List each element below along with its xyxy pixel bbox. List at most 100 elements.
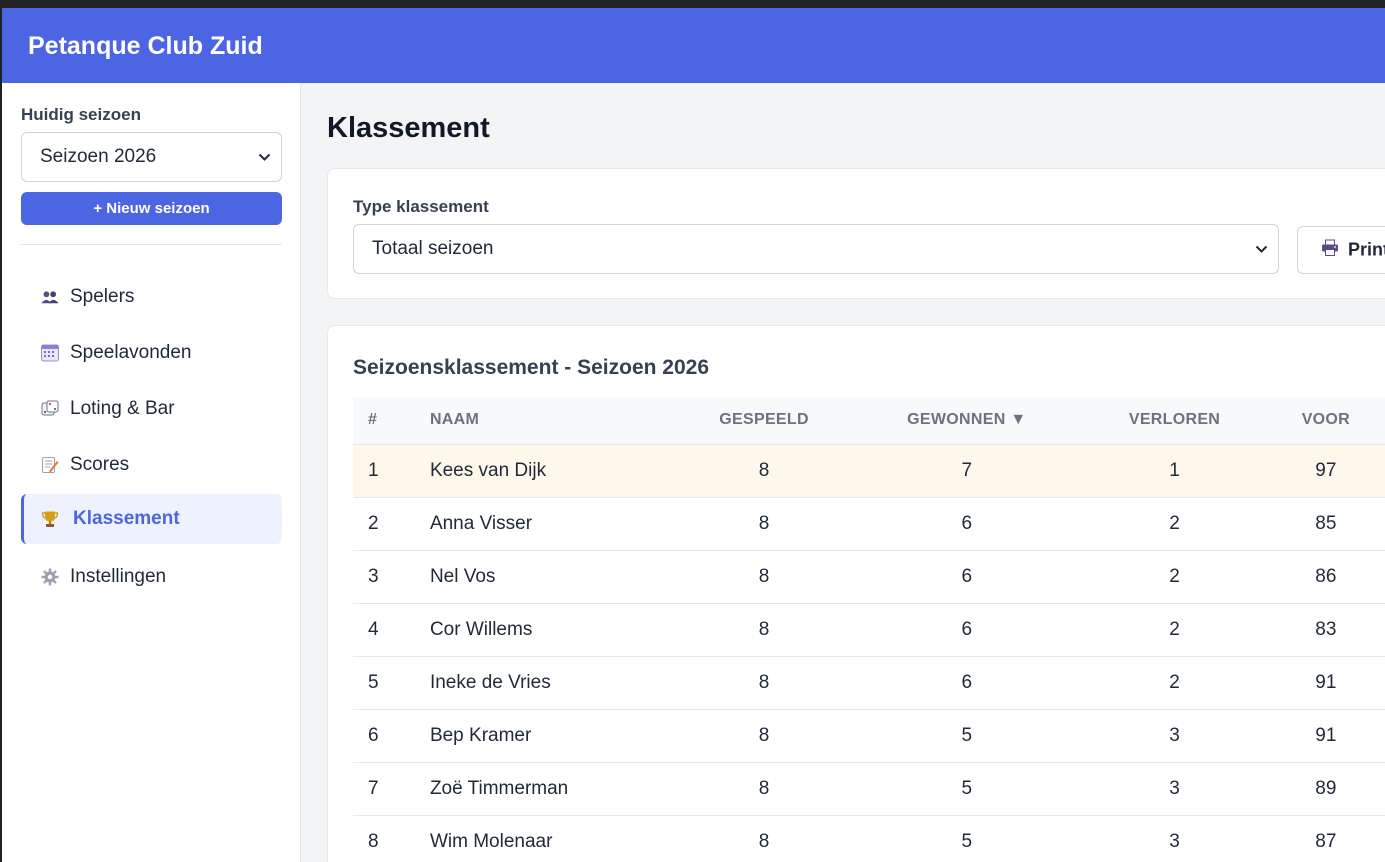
sidebar-item-label: Scores — [70, 454, 130, 475]
table-row: 5 Ineke de Vries 8 6 2 91 — [353, 656, 1385, 709]
column-header-verloren[interactable]: VERLOREN — [1090, 397, 1259, 445]
cell-voor: 89 — [1315, 777, 1337, 799]
memo-icon — [41, 456, 59, 474]
ranking-card: Seizoensklassement - Seizoen 2026 # NAAM… — [327, 325, 1385, 862]
cell-name: Zoë Timmerman — [429, 777, 569, 799]
table-header-row: # NAAM GESPEELD GEWONNEN ▼ VERLOREN VOOR — [353, 397, 1385, 445]
type-select[interactable]: Totaal seizoen — [353, 224, 1279, 274]
cell-voor: 97 — [1315, 459, 1337, 481]
cell-gewonnen: 5 — [961, 777, 973, 799]
season-select[interactable]: Seizoen 2026 — [21, 132, 282, 182]
new-season-button[interactable]: + Nieuw seizoen — [21, 192, 282, 225]
chevron-down-icon — [1255, 241, 1268, 257]
sidebar-divider — [21, 244, 282, 245]
cell-gespeeld: 8 — [758, 459, 770, 481]
page-title: Klassement — [327, 112, 490, 144]
season-select-value: Seizoen 2026 — [40, 146, 157, 167]
table-row: 2 Anna Visser 8 6 2 85 — [353, 497, 1385, 550]
chevron-down-icon — [258, 149, 271, 165]
app-title: Petanque Club Zuid — [28, 32, 263, 60]
cell-gewonnen: 6 — [961, 512, 973, 534]
cell-gewonnen: 6 — [961, 671, 973, 693]
sidebar-item-label: Klassement — [73, 508, 180, 529]
table-row: 7 Zoë Timmerman 8 5 3 89 — [353, 762, 1385, 815]
cell-voor: 85 — [1315, 512, 1337, 534]
cell-rank: 8 — [368, 830, 379, 852]
app-header: Petanque Club Zuid — [2, 8, 1385, 83]
print-button[interactable]: Print — [1297, 226, 1385, 274]
people-icon — [41, 288, 59, 306]
column-header-gewonnen[interactable]: GEWONNEN ▼ — [843, 397, 1091, 445]
sidebar-item-speelavonden[interactable]: Speelavonden — [21, 328, 282, 378]
column-header-name[interactable]: NAAM — [429, 397, 685, 445]
cell-rank: 3 — [368, 565, 379, 587]
table-row: 6 Bep Kramer 8 5 3 91 — [353, 709, 1385, 762]
cell-name: Wim Molenaar — [429, 830, 553, 852]
calendar-icon — [41, 344, 59, 362]
table-row: 8 Wim Molenaar 8 5 3 87 — [353, 815, 1385, 862]
column-header-voor[interactable]: VOOR — [1258, 397, 1385, 445]
gear-icon — [41, 568, 59, 586]
cell-name: Anna Visser — [429, 512, 533, 534]
cell-verloren: 3 — [1169, 830, 1180, 852]
sidebar-item-instellingen[interactable]: Instellingen — [21, 552, 282, 602]
cell-rank: 1 — [368, 459, 379, 481]
sidebar-item-loting-bar[interactable]: Loting & Bar — [21, 384, 282, 434]
type-label: Type klassement — [353, 197, 489, 216]
season-label: Huidig seizoen — [21, 105, 141, 124]
cell-rank: 6 — [368, 724, 379, 746]
cell-voor: 83 — [1315, 618, 1337, 640]
sidebar-item-label: Loting & Bar — [70, 398, 175, 419]
sidebar-item-spelers[interactable]: Spelers — [21, 272, 282, 322]
filter-card: Type klassement Totaal seizoen Print — [327, 168, 1385, 299]
cell-verloren: 2 — [1169, 671, 1180, 693]
cell-gespeeld: 8 — [758, 724, 770, 746]
cell-gespeeld: 8 — [758, 618, 770, 640]
cell-rank: 4 — [368, 618, 379, 640]
cell-gewonnen: 7 — [961, 459, 973, 481]
table-title: Seizoensklassement - Seizoen 2026 — [353, 356, 710, 379]
print-label: Print — [1348, 239, 1385, 260]
column-header-rank[interactable]: # — [353, 397, 430, 445]
cell-gespeeld: 8 — [758, 777, 770, 799]
cell-voor: 86 — [1315, 565, 1337, 587]
cell-verloren: 3 — [1169, 777, 1180, 799]
dice-icon — [41, 400, 59, 418]
window-top-strip — [0, 0, 1385, 8]
printer-icon — [1321, 239, 1339, 262]
cell-gespeeld: 8 — [758, 671, 770, 693]
sidebar-item-label: Spelers — [70, 286, 135, 307]
cell-voor: 91 — [1315, 671, 1337, 693]
table-row: 4 Cor Willems 8 6 2 83 — [353, 603, 1385, 656]
ranking-table: # NAAM GESPEELD GEWONNEN ▼ VERLOREN VOOR… — [353, 397, 1385, 862]
sidebar-item-klassement[interactable]: Klassement — [21, 494, 282, 544]
cell-verloren: 1 — [1169, 459, 1180, 481]
type-select-value: Totaal seizoen — [372, 238, 494, 259]
cell-voor: 91 — [1315, 724, 1337, 746]
cell-gewonnen: 6 — [961, 565, 973, 587]
cell-verloren: 3 — [1169, 724, 1180, 746]
cell-gewonnen: 5 — [961, 830, 973, 852]
cell-verloren: 2 — [1169, 618, 1180, 640]
cell-gewonnen: 5 — [961, 724, 973, 746]
cell-gespeeld: 8 — [758, 565, 770, 587]
column-header-gespeeld[interactable]: GESPEELD — [684, 397, 844, 445]
sidebar-item-label: Speelavonden — [70, 342, 192, 363]
sidebar-item-scores[interactable]: Scores — [21, 440, 282, 490]
sidebar: Huidig seizoen Seizoen 2026 + Nieuw seiz… — [2, 83, 301, 862]
table-row: 3 Nel Vos 8 6 2 86 — [353, 550, 1385, 603]
cell-name: Kees van Dijk — [429, 459, 547, 481]
table-row: 1 Kees van Dijk 8 7 1 97 — [353, 444, 1385, 497]
trophy-icon — [41, 510, 59, 528]
cell-name: Ineke de Vries — [429, 671, 551, 693]
cell-rank: 7 — [368, 777, 379, 799]
cell-gespeeld: 8 — [758, 830, 770, 852]
cell-voor: 87 — [1315, 830, 1337, 852]
cell-name: Nel Vos — [429, 565, 496, 587]
cell-gespeeld: 8 — [758, 512, 770, 534]
cell-name: Cor Willems — [429, 618, 533, 640]
cell-rank: 2 — [368, 512, 379, 534]
cell-verloren: 2 — [1169, 512, 1180, 534]
cell-rank: 5 — [368, 671, 379, 693]
cell-verloren: 2 — [1169, 565, 1180, 587]
